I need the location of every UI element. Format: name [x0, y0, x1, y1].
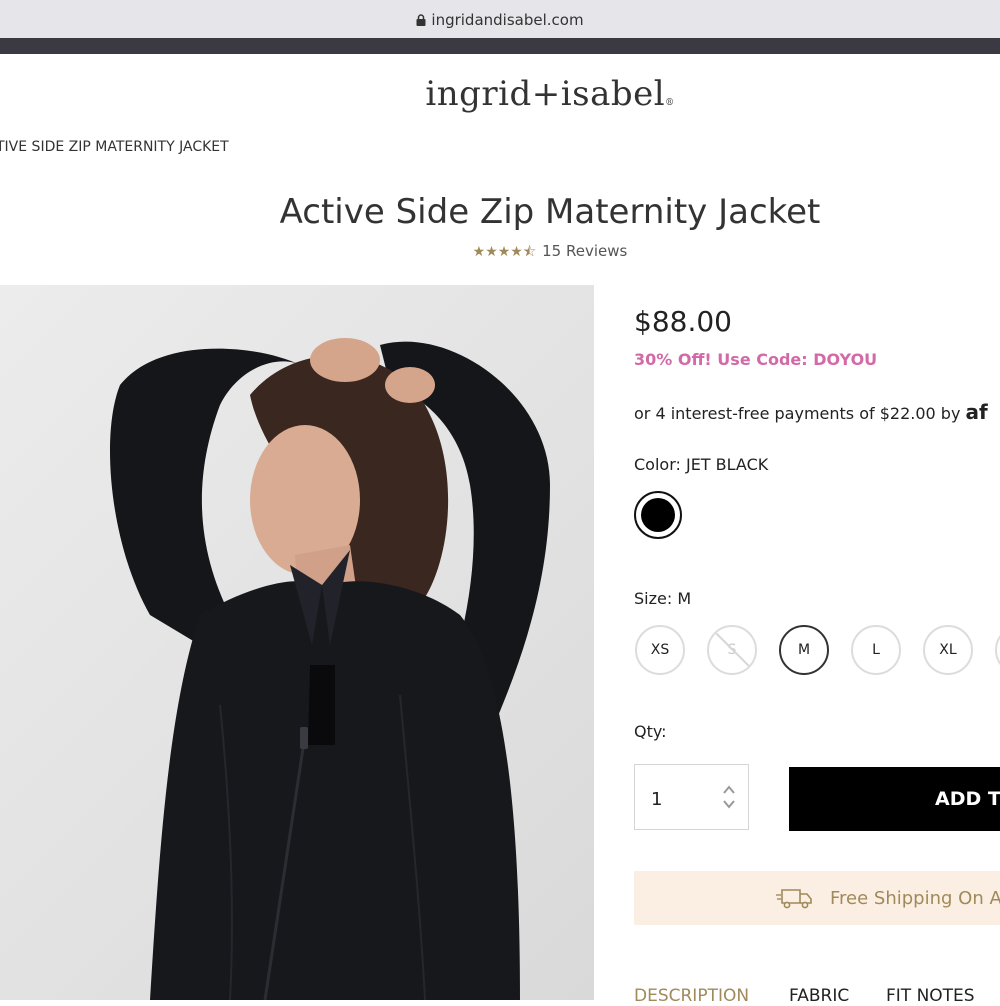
product-price: $88.00 — [634, 305, 732, 338]
add-to-bag-button[interactable]: ADD T — [789, 767, 1000, 831]
site-logo[interactable]: ingrid+isabel® — [0, 74, 1000, 114]
breadcrumb: TIVE SIDE ZIP MATERNITY JACKET — [0, 139, 229, 155]
review-count-link[interactable]: 15 Reviews — [542, 242, 627, 260]
truck-icon — [776, 887, 814, 913]
product-rating[interactable]: ★★★★⯪ 15 Reviews — [0, 241, 1000, 265]
promo-strip — [0, 38, 1000, 54]
color-swatch-jet-black[interactable] — [634, 491, 682, 539]
product-image[interactable] — [0, 285, 594, 1000]
star-rating-icon: ★★★★⯪ — [472, 244, 537, 260]
stepper-arrows-icon[interactable] — [722, 783, 736, 811]
size-option-partial[interactable] — [995, 625, 1000, 675]
quantity-stepper[interactable]: 1 — [634, 764, 749, 830]
qty-label: Qty: — [634, 722, 667, 741]
quantity-value: 1 — [651, 789, 663, 810]
shipping-text: Free Shipping On All — [830, 888, 1000, 909]
size-option-m[interactable]: M — [779, 625, 829, 675]
promo-code-text: 30% Off! Use Code: DOYOU — [634, 350, 878, 369]
tab-description[interactable]: DESCRIPTION — [634, 986, 749, 1006]
size-option-xs[interactable]: XS — [635, 625, 685, 675]
registered-mark: ® — [665, 98, 675, 108]
shipping-banner: Free Shipping On All — [634, 871, 1000, 925]
size-option-xl[interactable]: XL — [923, 625, 973, 675]
tab-fabric[interactable]: FABRIC — [789, 986, 849, 1006]
browser-address-bar: ingridandisabel.com — [0, 0, 1000, 38]
lock-icon — [416, 12, 426, 30]
url-field[interactable]: ingridandisabel.com — [0, 11, 1000, 30]
logo-text: ingrid+isabel — [425, 74, 666, 114]
installments-info: or 4 interest-free payments of $22.00 by… — [634, 400, 988, 424]
url-text: ingridandisabel.com — [431, 11, 584, 29]
installments-text: or 4 interest-free payments of $22.00 by — [634, 404, 961, 423]
size-option-l[interactable]: L — [851, 625, 901, 675]
size-option-s[interactable]: S — [707, 625, 757, 675]
tab-fit-notes[interactable]: FIT NOTES — [886, 986, 975, 1006]
color-label: Color: JET BLACK — [634, 455, 769, 474]
product-title: Active Side Zip Maternity Jacket — [279, 192, 821, 232]
swatch-fill — [641, 498, 675, 532]
size-label: Size: M — [634, 589, 692, 608]
afterpay-logo[interactable]: af — [966, 400, 988, 424]
